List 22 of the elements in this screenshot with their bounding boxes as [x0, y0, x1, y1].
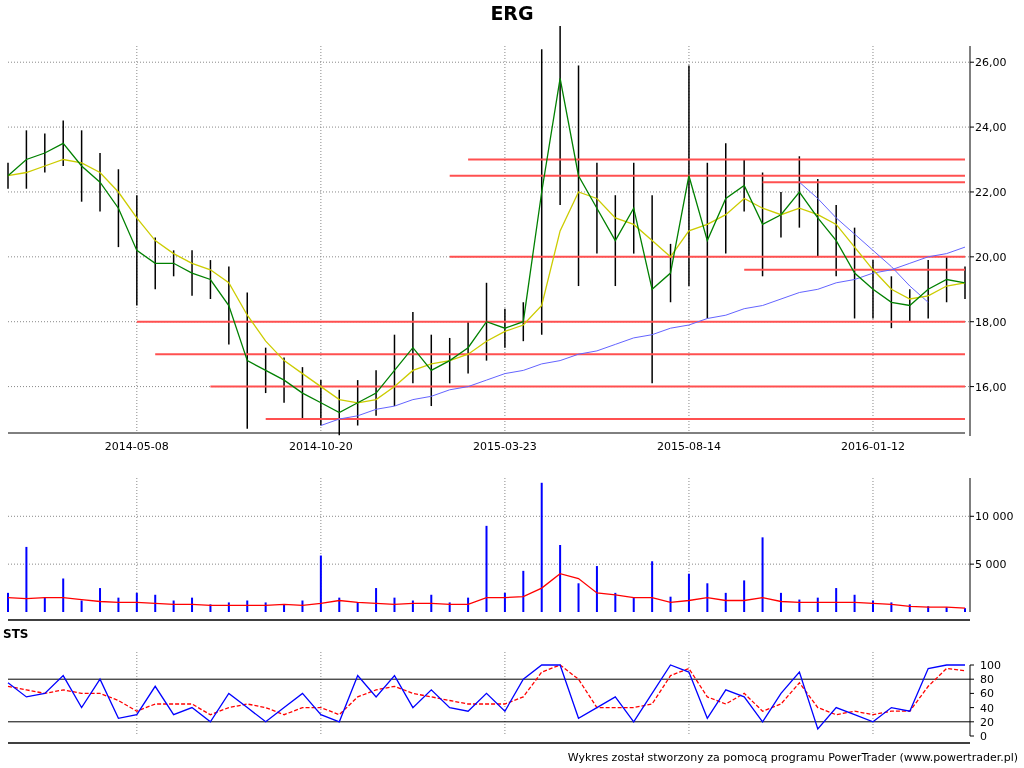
footer-text: Wykres został stworzony za pomocą programu PowerTrader (www.powertrader.pl)	[567, 750, 1018, 764]
axis-label: 20	[980, 715, 994, 729]
axis-label: 10 000	[975, 510, 1014, 524]
axis-label: 100	[980, 659, 1001, 672]
axis-label: 80	[980, 673, 994, 687]
axis-label: 0	[980, 730, 987, 743]
chart-title: ERG	[489, 1, 535, 26]
axis-label: 60	[980, 687, 994, 701]
axis-label: 22,00	[975, 185, 1007, 199]
axis-label: 2016-01-12	[841, 440, 905, 453]
axis-label: 2015-08-14	[656, 440, 721, 453]
axis-label: 18,00	[975, 315, 1007, 329]
axis-label: 20,00	[975, 250, 1007, 264]
axis-label: 40	[980, 701, 994, 715]
axis-label: 26,00	[975, 56, 1007, 70]
axis-label: 24,00	[975, 121, 1007, 135]
axis-label: 5 000	[975, 558, 1007, 572]
axis-label: 2015-03-23	[472, 440, 537, 453]
panel-label: STS	[3, 627, 29, 641]
axis-label: 2014-05-08	[104, 440, 169, 453]
axis-label: 2014-10-20	[288, 440, 353, 453]
axis-label: 16,00	[975, 380, 1007, 394]
